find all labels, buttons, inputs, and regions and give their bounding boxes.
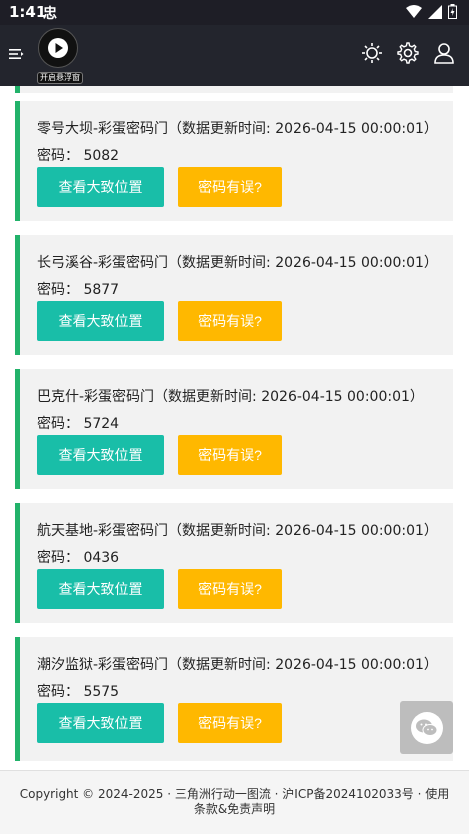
code-card: 零号大坝-彩蛋密码门（数据更新时间: 2026-04-15 00:00:01） … (15, 101, 453, 221)
footer-text[interactable]: Copyright © 2024-2025 · 三角洲行动一图流 · 沪ICP备… (20, 787, 450, 816)
view-location-button[interactable]: 查看大致位置 (37, 569, 164, 609)
code-card: 巴克什-彩蛋密码门（数据更新时间: 2026-04-15 00:00:01） 密… (15, 369, 453, 489)
app-header: 开启悬浮窗 (0, 25, 469, 86)
card-title: 潮汐监狱-彩蛋密码门（数据更新时间: 2026-04-15 00:00:01） (37, 657, 438, 673)
card-title: 航天基地-彩蛋密码门（数据更新时间: 2026-04-15 00:00:01） (37, 523, 438, 539)
menu-icon[interactable] (8, 46, 24, 62)
battery-icon (448, 4, 457, 19)
card-title: 零号大坝-彩蛋密码门（数据更新时间: 2026-04-15 00:00:01） (37, 121, 438, 137)
card-title: 长弓溪谷-彩蛋密码门（数据更新时间: 2026-04-15 00:00:01） (37, 255, 438, 271)
view-location-button[interactable]: 查看大致位置 (37, 301, 164, 341)
settings-gear-icon[interactable] (397, 42, 419, 64)
code-card: 航天基地-彩蛋密码门（数据更新时间: 2026-04-15 00:00:01） … (15, 503, 453, 623)
status-icons (406, 4, 457, 19)
code-list: 零号大坝-彩蛋密码门（数据更新时间: 2026-04-15 00:00:01） … (0, 86, 469, 766)
floating-window-button[interactable] (38, 28, 78, 68)
previous-card-edge (15, 86, 453, 93)
play-icon (48, 38, 68, 58)
wechat-icon (410, 711, 443, 744)
status-time: 1:41 (9, 3, 47, 21)
signal-icon (428, 4, 442, 19)
status-bar: 1:41 忠 (0, 0, 469, 25)
user-account-icon[interactable] (433, 42, 455, 64)
report-wrong-code-button[interactable]: 密码有误? (178, 301, 282, 341)
floating-window-label[interactable]: 开启悬浮窗 (37, 72, 83, 84)
code-card: 潮汐监狱-彩蛋密码门（数据更新时间: 2026-04-15 00:00:01） … (15, 637, 453, 761)
card-code: 密码： 5575 (37, 684, 120, 700)
status-app-icon: 忠 (43, 6, 57, 22)
wifi-icon (406, 4, 422, 18)
report-wrong-code-button[interactable]: 密码有误? (178, 703, 282, 743)
wechat-float-button[interactable] (400, 701, 453, 754)
view-location-button[interactable]: 查看大致位置 (37, 167, 164, 207)
card-title: 巴克什-彩蛋密码门（数据更新时间: 2026-04-15 00:00:01） (37, 389, 424, 405)
card-code: 密码： 0436 (37, 550, 120, 566)
view-location-button[interactable]: 查看大致位置 (37, 703, 164, 743)
view-location-button[interactable]: 查看大致位置 (37, 435, 164, 475)
report-wrong-code-button[interactable]: 密码有误? (178, 435, 282, 475)
card-code: 密码： 5724 (37, 416, 120, 432)
footer: Copyright © 2024-2025 · 三角洲行动一图流 · 沪ICP备… (0, 770, 469, 834)
code-card: 长弓溪谷-彩蛋密码门（数据更新时间: 2026-04-15 00:00:01） … (15, 235, 453, 355)
card-code: 密码： 5082 (37, 148, 120, 164)
brightness-icon[interactable] (361, 42, 383, 64)
report-wrong-code-button[interactable]: 密码有误? (178, 167, 282, 207)
report-wrong-code-button[interactable]: 密码有误? (178, 569, 282, 609)
card-code: 密码： 5877 (37, 282, 120, 298)
